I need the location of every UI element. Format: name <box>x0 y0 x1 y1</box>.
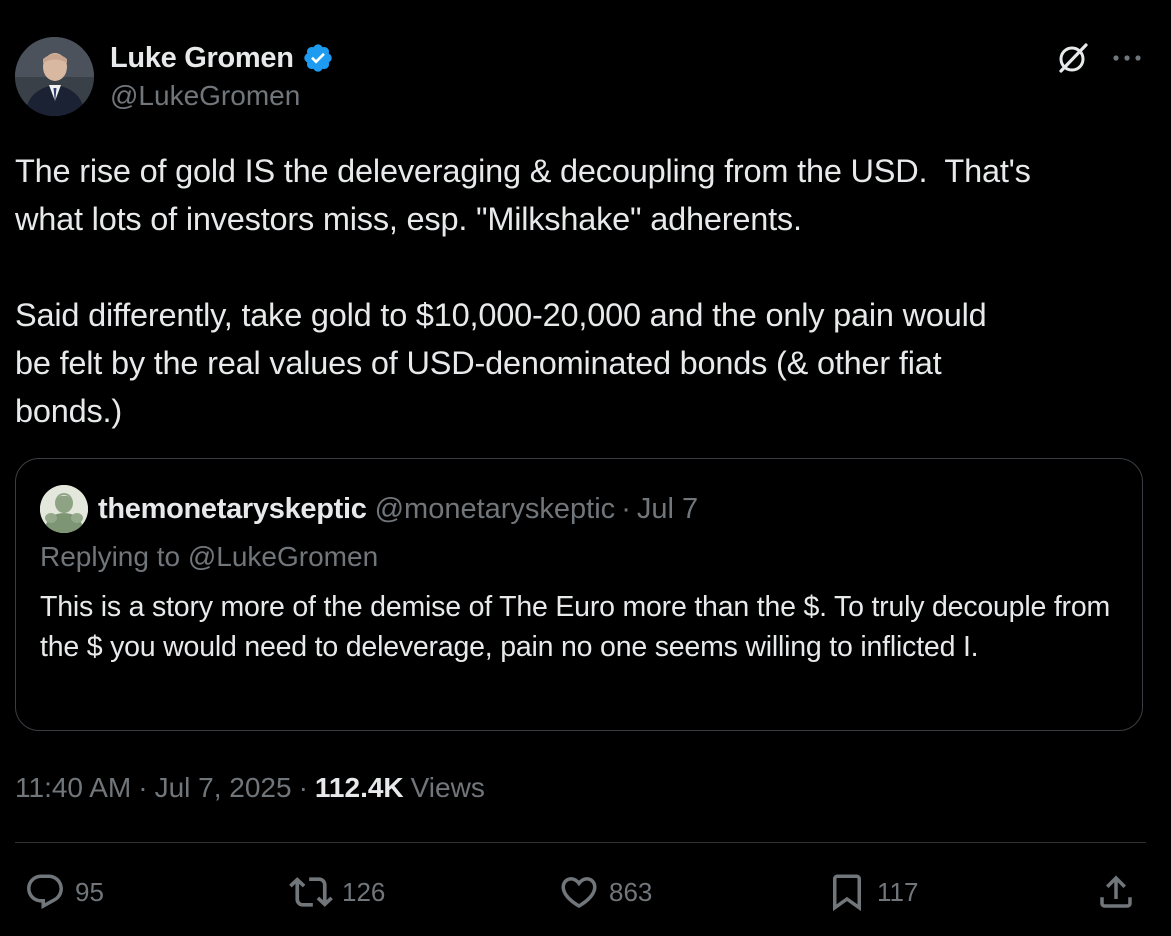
reply-button[interactable]: 95 <box>24 862 104 922</box>
author-avatar[interactable] <box>15 37 94 116</box>
reply-icon <box>27 874 63 909</box>
quote-author-handle[interactable]: @monetaryskeptic <box>375 493 616 526</box>
meta-separator-2: · <box>298 772 308 803</box>
action-bar: 95 126 863 117 <box>0 862 1171 922</box>
quote-author-name[interactable]: themonetaryskeptic <box>98 493 367 526</box>
tweet-meta: 11:40 AM · Jul 7, 2025 · 112.4K Views <box>15 768 485 808</box>
tweet: Luke Gromen @LukeGromen The rise of gold… <box>0 0 1171 936</box>
quote-author-avatar[interactable] <box>40 485 88 533</box>
quote-replying-to: Replying to @LukeGromen <box>40 541 379 572</box>
share-icon <box>1100 875 1132 908</box>
share-button[interactable] <box>1095 862 1137 922</box>
bookmark-icon <box>833 874 861 912</box>
verified-badge-icon[interactable] <box>302 42 334 74</box>
reply-count: 95 <box>75 876 104 907</box>
meta-separator: · <box>138 772 148 803</box>
repost-button[interactable]: 126 <box>289 862 385 922</box>
quote-separator: · <box>621 492 631 525</box>
author-display-name[interactable]: Luke Gromen <box>110 42 294 75</box>
more-options-icon[interactable] <box>1110 44 1146 72</box>
views-count: 112.4K <box>314 772 404 803</box>
like-count: 863 <box>609 876 653 907</box>
repost-icon <box>289 877 333 907</box>
quote-date[interactable]: Jul 7 <box>637 493 698 526</box>
like-button[interactable]: 863 <box>558 862 652 922</box>
grok-icon[interactable] <box>1055 40 1091 76</box>
author-handle[interactable]: @LukeGromen <box>110 80 300 112</box>
tweet-text: The rise of gold IS the deleveraging & d… <box>15 153 1031 429</box>
author-name-row: Luke Gromen <box>110 38 334 78</box>
tweet-time[interactable]: 11:40 AM <box>15 772 131 804</box>
tweet-date[interactable]: Jul 7, 2025 <box>155 772 292 804</box>
quote-text: This is a story more of the demise of Th… <box>40 591 1111 663</box>
quoted-tweet-card[interactable]: themonetaryskeptic @monetaryskeptic · Ju… <box>15 458 1143 731</box>
quote-header: themonetaryskeptic @monetaryskeptic · Ju… <box>98 487 698 531</box>
bookmark-button[interactable]: 117 <box>826 862 918 922</box>
repost-count: 126 <box>342 876 386 907</box>
bookmark-count: 117 <box>877 876 919 907</box>
heart-icon <box>561 877 597 909</box>
views-label: Views <box>410 772 485 803</box>
divider <box>15 842 1146 843</box>
